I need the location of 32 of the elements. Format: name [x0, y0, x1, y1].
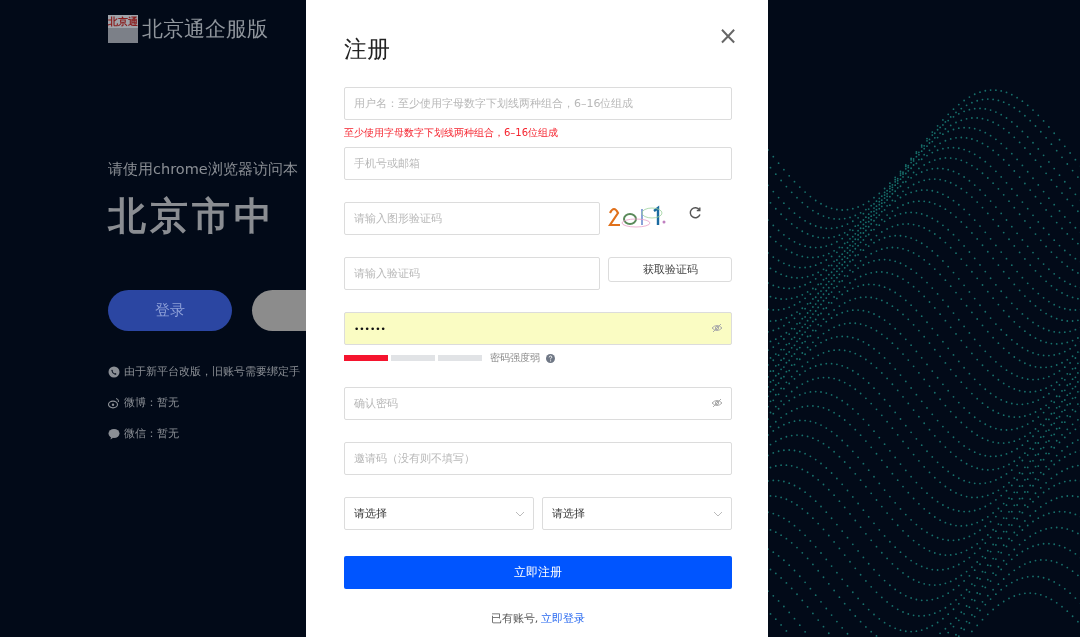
dialog-title: 注册 — [344, 35, 390, 64]
chevron-down-icon — [515, 510, 525, 517]
chat-phone-icon — [108, 365, 120, 378]
register-button[interactable]: 立即注册 — [344, 556, 732, 589]
text-field[interactable]: 邀请码（没有则不填写） — [344, 442, 732, 475]
browser-notice: 请使用chrome浏览器访问本 — [108, 160, 299, 179]
get-code-button[interactable]: 获取验证码 — [608, 257, 732, 282]
secondary-button[interactable] — [252, 290, 306, 331]
verification-code-field[interactable]: 请输入验证码 — [344, 257, 600, 290]
dropdown[interactable]: 请选择 — [542, 497, 732, 530]
refresh-icon[interactable] — [688, 206, 702, 220]
logo: 北京通 — [108, 15, 138, 43]
strength-label: 密码强度弱 — [490, 351, 540, 365]
info-text: 由于新平台改版，旧账号需要绑定手 — [124, 364, 300, 379]
info-text: 微博：暂无 — [124, 395, 179, 410]
brand-name: 北京通企服版 — [142, 16, 268, 43]
chevron-down-icon — [713, 510, 723, 517]
info-text: 微信：暂无 — [124, 426, 179, 441]
footer-text: 已有账号, — [490, 611, 539, 626]
close-button[interactable]: × — [717, 26, 738, 46]
login-link[interactable]: 立即登录 — [541, 611, 586, 626]
help-icon[interactable] — [546, 353, 555, 363]
eye-off-icon[interactable] — [711, 398, 723, 408]
captcha-field[interactable]: 请输入图形验证码 — [344, 202, 600, 235]
username-field[interactable]: 用户名：至少使用字母数字下划线两种组合，6–16位组成 — [344, 87, 732, 120]
headline: 北京市中 — [108, 193, 277, 240]
chat-bubble-icon — [108, 427, 120, 440]
dropdown[interactable]: 请选择 — [344, 497, 534, 530]
password-field[interactable]: 确认密码 — [344, 387, 732, 420]
weibo-icon — [108, 396, 120, 409]
password-field[interactable]: •••••• — [344, 312, 732, 345]
error-message: 至少使用字母数字下划线两种组合，6–16位组成 — [344, 126, 560, 140]
